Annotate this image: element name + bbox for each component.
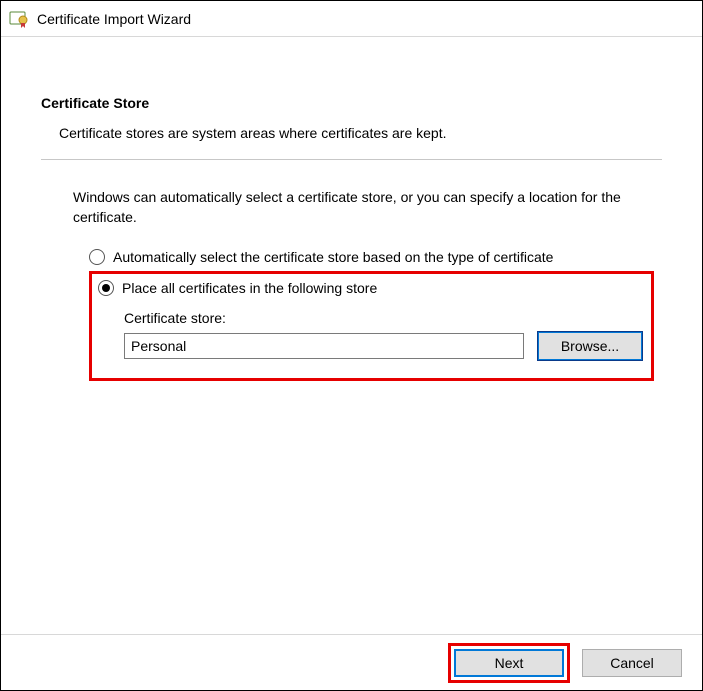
wizard-page: Certificate Store Certificate stores are… [1, 37, 702, 381]
radio-icon [89, 249, 105, 265]
radio-auto-select[interactable]: Automatically select the certificate sto… [89, 249, 662, 265]
store-row: Browse... [124, 332, 645, 360]
body-text: Windows can automatically select a certi… [73, 188, 633, 227]
next-button[interactable]: Next [454, 649, 564, 677]
store-label: Certificate store: [124, 310, 645, 326]
certificate-store-input[interactable] [124, 333, 524, 359]
radio-auto-label: Automatically select the certificate sto… [113, 249, 553, 265]
highlight-next: Next [448, 643, 570, 683]
page-heading: Certificate Store [41, 95, 662, 111]
page-subdesc: Certificate stores are system areas wher… [59, 125, 662, 141]
wizard-footer: Next Cancel [1, 634, 702, 690]
titlebar: Certificate Import Wizard [1, 1, 702, 37]
radio-icon [98, 280, 114, 296]
cancel-button[interactable]: Cancel [582, 649, 682, 677]
separator [41, 159, 662, 160]
certificate-icon [9, 9, 29, 29]
store-section: Certificate store: Browse... [124, 310, 645, 360]
radio-place-store[interactable]: Place all certificates in the following … [98, 280, 645, 296]
options-group: Automatically select the certificate sto… [89, 249, 662, 381]
browse-button[interactable]: Browse... [538, 332, 642, 360]
radio-place-label: Place all certificates in the following … [122, 280, 377, 296]
highlight-place-store: Place all certificates in the following … [89, 271, 654, 381]
window-title: Certificate Import Wizard [37, 11, 191, 27]
